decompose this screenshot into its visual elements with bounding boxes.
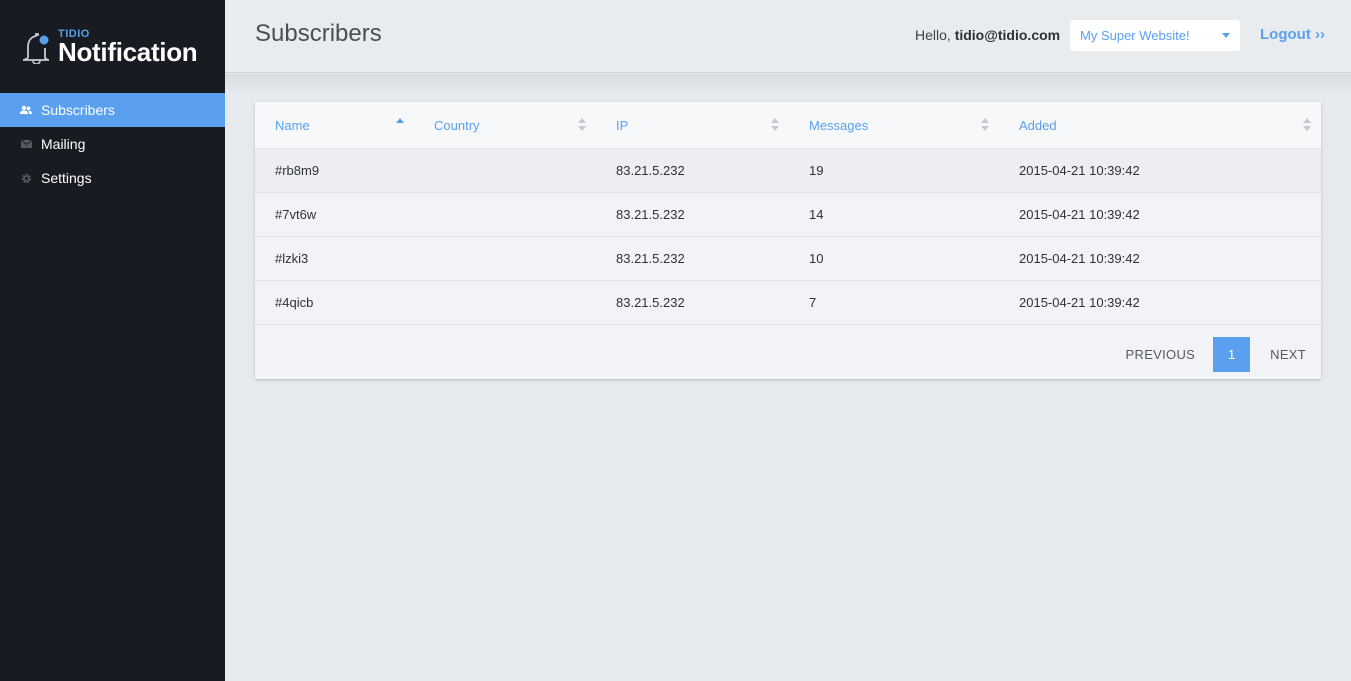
website-select-value: My Super Website! <box>1080 28 1190 43</box>
cell-messages: 19 <box>789 148 999 193</box>
cell-country <box>414 280 596 325</box>
bell-icon <box>22 33 50 64</box>
table-row[interactable]: #4qicb 83.21.5.232 7 2015-04-21 10:39:42 <box>255 280 1321 325</box>
column-label: Name <box>275 118 310 133</box>
cell-ip: 83.21.5.232 <box>596 192 789 237</box>
cell-country <box>414 236 596 281</box>
greeting-prefix: Hello, <box>915 27 951 43</box>
cell-added: 2015-04-21 10:39:42 <box>999 192 1321 237</box>
sidebar-item-subscribers[interactable]: Subscribers <box>0 93 225 127</box>
sidebar-item-mailing[interactable]: Mailing <box>0 127 225 161</box>
cell-name: #lzki3 <box>255 236 414 281</box>
cell-messages: 7 <box>789 280 999 325</box>
top-header: Subscribers Hello, tidio@tidio.com My Su… <box>225 0 1351 73</box>
table-row[interactable]: #rb8m9 83.21.5.232 19 2015-04-21 10:39:4… <box>255 148 1321 193</box>
table-header-row: Name Country IP Messages Added <box>255 102 1321 149</box>
column-header-messages[interactable]: Messages <box>789 102 999 149</box>
column-label: Country <box>434 118 480 133</box>
user-email: tidio@tidio.com <box>954 27 1061 43</box>
users-icon <box>20 104 32 116</box>
logout-link[interactable]: Logout ›› <box>1260 26 1325 43</box>
brand-name: Notification <box>58 37 198 67</box>
cell-messages: 10 <box>789 236 999 281</box>
sort-icon <box>578 118 586 131</box>
sort-icon <box>771 118 779 131</box>
column-label: IP <box>616 118 629 133</box>
table-row[interactable]: #lzki3 83.21.5.232 10 2015-04-21 10:39:4… <box>255 236 1321 281</box>
cell-ip: 83.21.5.232 <box>596 236 789 281</box>
cell-added: 2015-04-21 10:39:42 <box>999 148 1321 193</box>
sort-icon <box>1303 118 1311 131</box>
previous-page-button[interactable]: PREVIOUS <box>1126 347 1196 362</box>
sidebar-item-label: Settings <box>41 170 92 186</box>
sort-ascending-icon <box>396 118 404 123</box>
column-label: Messages <box>809 118 869 133</box>
column-header-name[interactable]: Name <box>255 102 414 149</box>
sort-icon <box>981 118 989 131</box>
cell-name: #rb8m9 <box>255 148 414 193</box>
sidebar: TIDIO Notification Subscribers Mailing S… <box>0 0 225 681</box>
cell-added: 2015-04-21 10:39:42 <box>999 280 1321 325</box>
cell-country <box>414 192 596 237</box>
sidebar-nav: Subscribers Mailing Settings <box>0 93 225 195</box>
cell-messages: 14 <box>789 192 999 237</box>
column-header-ip[interactable]: IP <box>596 102 789 149</box>
sidebar-item-label: Subscribers <box>41 102 115 118</box>
column-label: Added <box>1019 118 1057 133</box>
table-row[interactable]: #7vt6w 83.21.5.232 14 2015-04-21 10:39:4… <box>255 192 1321 237</box>
chevron-down-icon <box>1222 33 1230 38</box>
cell-ip: 83.21.5.232 <box>596 280 789 325</box>
website-select[interactable]: My Super Website! <box>1070 20 1240 51</box>
column-header-added[interactable]: Added <box>999 102 1321 149</box>
cell-country <box>414 148 596 193</box>
header-shadow <box>225 74 1351 94</box>
greeting: Hello, tidio@tidio.com <box>915 27 1060 43</box>
next-page-button[interactable]: NEXT <box>1270 347 1306 362</box>
page-number-button[interactable]: 1 <box>1213 336 1251 372</box>
logo[interactable]: TIDIO Notification <box>20 28 215 68</box>
cell-ip: 83.21.5.232 <box>596 148 789 193</box>
page-title: Subscribers <box>255 20 382 47</box>
pagination: PREVIOUS 1 NEXT <box>1126 336 1321 372</box>
gear-icon <box>20 172 32 184</box>
column-header-country[interactable]: Country <box>414 102 596 149</box>
envelope-icon <box>20 138 32 150</box>
cell-name: #7vt6w <box>255 192 414 237</box>
sidebar-item-label: Mailing <box>41 136 86 152</box>
subscribers-table-card: Name Country IP Messages Added #rb8m9 83… <box>255 102 1321 379</box>
subscribers-table: Name Country IP Messages Added #rb8m9 83… <box>255 102 1321 325</box>
cell-name: #4qicb <box>255 280 414 325</box>
cell-added: 2015-04-21 10:39:42 <box>999 236 1321 281</box>
sidebar-item-settings[interactable]: Settings <box>0 161 225 195</box>
